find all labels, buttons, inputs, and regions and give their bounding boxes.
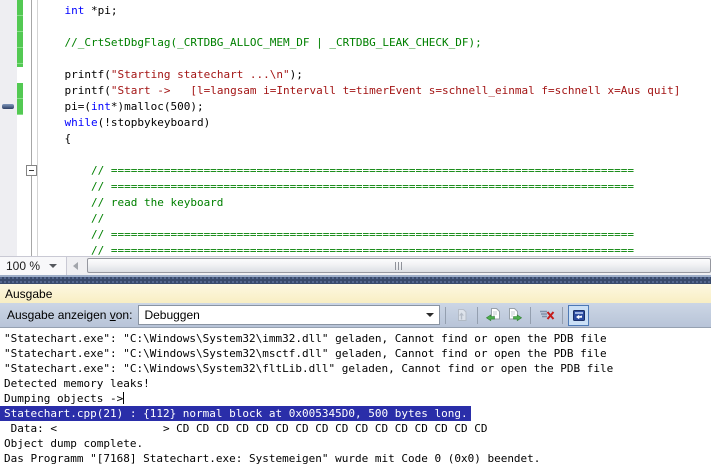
code-line: printf("Start -> [l=langsam i=Intervall … — [38, 83, 711, 99]
output-line[interactable]: "Statechart.exe": "C:\Windows\System32\f… — [4, 361, 711, 376]
chevron-down-icon — [421, 313, 439, 317]
toolbar-separator — [477, 307, 478, 324]
horizontal-scrollbar[interactable] — [84, 257, 711, 275]
scrollbar-thumb[interactable] — [87, 258, 711, 273]
output-panel: Ausgabe Ausgabe anzeigen von: Debuggen — [0, 284, 711, 472]
change-tracking-bar — [17, 0, 23, 67]
minus-icon — [29, 170, 34, 171]
code-line: // — [38, 211, 711, 227]
goto-source-icon — [454, 308, 469, 322]
previous-message-button[interactable] — [483, 305, 504, 326]
code-line — [38, 19, 711, 35]
next-message-button[interactable] — [504, 305, 525, 326]
grip-icon — [395, 262, 403, 270]
editor-margin — [0, 0, 17, 256]
change-tracking-bar — [17, 83, 23, 115]
code-line: while(!stopbykeyboard) — [38, 115, 711, 131]
toggle-output-icon — [571, 308, 587, 323]
chevron-down-icon — [49, 264, 57, 268]
show-output-from-label: Ausgabe anzeigen von: — [7, 308, 132, 322]
label-text: Ausgabe anzeigen — [7, 308, 110, 322]
left-arrow-icon — [73, 262, 78, 270]
code-line: // =====================================… — [38, 179, 711, 195]
output-line[interactable]: Detected memory leaks! — [4, 376, 711, 391]
code-line: { — [38, 131, 711, 147]
label-text: on: — [116, 308, 133, 322]
zoom-select[interactable]: 100 % — [0, 257, 66, 275]
zoom-level: 100 % — [6, 259, 40, 273]
margin-marker — [2, 104, 14, 109]
previous-message-icon — [486, 308, 501, 322]
output-source-combobox[interactable]: Debuggen — [138, 305, 440, 325]
toolbar-separator — [562, 307, 563, 324]
code-line — [38, 51, 711, 67]
output-toolbar: Ausgabe anzeigen von: Debuggen — [0, 303, 711, 328]
collapse-region-button[interactable] — [26, 165, 37, 176]
panel-title: Ausgabe — [5, 287, 52, 301]
editor-scroll-row: 100 % — [0, 256, 711, 275]
output-line[interactable]: "Statechart.exe": "C:\Windows\System32\m… — [4, 346, 711, 361]
output-line[interactable]: Object dump complete. — [4, 436, 711, 451]
output-line[interactable]: Statechart.cpp(21) : {112} normal block … — [4, 406, 711, 421]
output-line[interactable]: Dumping objects -> — [4, 391, 711, 406]
ide-window: int *pi; //_CrtSetDbgFlag(_CRTDBG_ALLOC_… — [0, 0, 711, 472]
panel-splitter[interactable] — [0, 275, 711, 284]
clear-all-icon — [539, 308, 555, 322]
code-line: // read the keyboard — [38, 195, 711, 211]
next-message-icon — [507, 308, 522, 322]
code-area[interactable]: int *pi; //_CrtSetDbgFlag(_CRTDBG_ALLOC_… — [38, 3, 711, 256]
code-line: pi=(int*)malloc(500); — [38, 99, 711, 115]
combobox-value: Debuggen — [144, 308, 199, 322]
code-editor[interactable]: int *pi; //_CrtSetDbgFlag(_CRTDBG_ALLOC_… — [0, 0, 711, 256]
outline-guide-line — [31, 0, 32, 256]
toggle-output-button[interactable] — [568, 305, 589, 326]
code-line: printf("Starting statechart ...\n"); — [38, 67, 711, 83]
output-line[interactable]: "Statechart.exe": "C:\Windows\System32\i… — [4, 331, 711, 346]
code-line: // =====================================… — [38, 243, 711, 256]
scroll-left-button[interactable] — [67, 257, 84, 275]
toolbar-separator — [530, 307, 531, 324]
output-line[interactable]: Data: < > CD CD CD CD CD CD CD CD CD CD … — [4, 421, 711, 436]
code-line: // =====================================… — [38, 227, 711, 243]
output-line[interactable]: Das Programm "[7168] Statechart.exe: Sys… — [4, 451, 711, 466]
code-line — [38, 147, 711, 163]
toolbar-separator — [445, 307, 446, 324]
code-line: int *pi; — [38, 3, 711, 19]
output-panel-header: Ausgabe — [0, 284, 711, 303]
text-caret — [123, 392, 124, 404]
code-line: // =====================================… — [38, 163, 711, 179]
code-line: //_CrtSetDbgFlag(_CRTDBG_ALLOC_MEM_DF | … — [38, 35, 711, 51]
output-text[interactable]: "Statechart.exe": "C:\Windows\System32\i… — [0, 328, 711, 472]
clear-all-button[interactable] — [536, 305, 557, 326]
goto-source-button[interactable] — [451, 305, 472, 326]
